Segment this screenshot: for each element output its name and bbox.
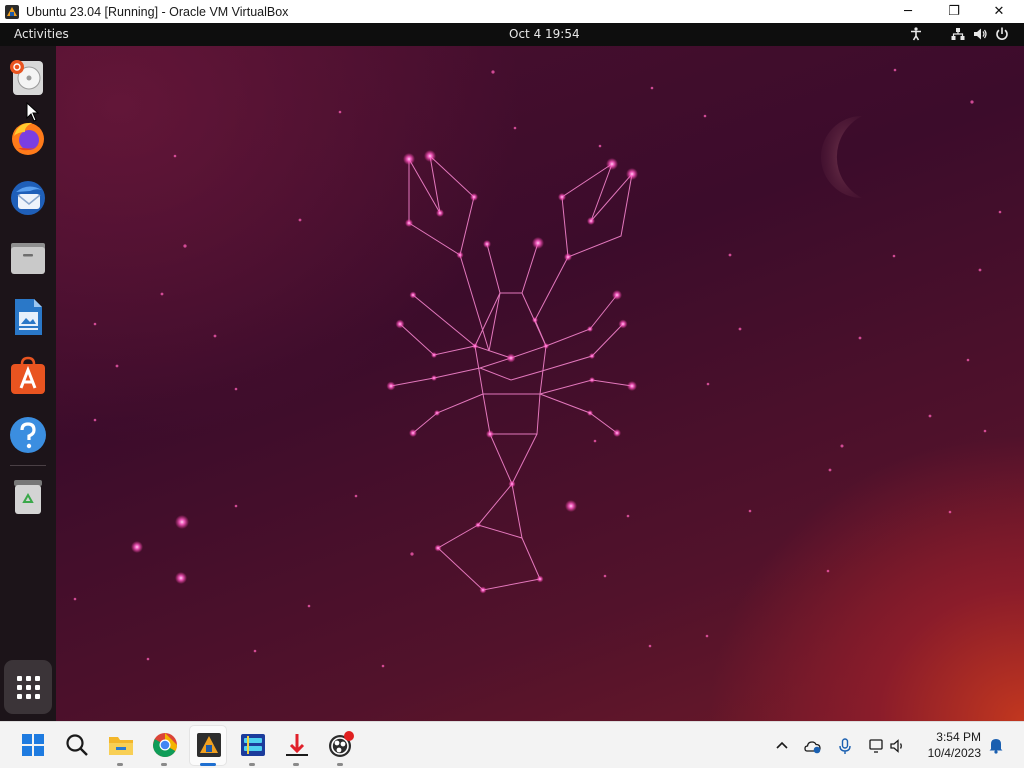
ubuntu-topbar: Activities Oct 4 19:54 <box>0 23 1024 46</box>
running-indicator <box>161 763 167 766</box>
taskbar-date[interactable]: 10/4/2023 <box>928 746 981 760</box>
thunderbird-icon[interactable] <box>8 178 48 218</box>
constellation-wallpaper <box>73 68 1002 668</box>
network-icon[interactable] <box>950 26 966 42</box>
window-title: Ubuntu 23.04 [Running] - Oracle VM Virtu… <box>26 4 289 19</box>
desktop-wallpaper <box>0 46 1024 721</box>
running-indicator <box>249 763 255 766</box>
lobster-constellation <box>390 154 633 591</box>
constellation-stars <box>386 150 638 594</box>
files-icon[interactable] <box>8 238 48 278</box>
active-indicator <box>200 763 216 766</box>
start-icon[interactable] <box>19 731 47 759</box>
chrome-icon[interactable] <box>151 731 179 759</box>
speaker-icon[interactable] <box>889 737 907 755</box>
windows-taskbar: 3:54 PM 10/4/2023 <box>0 721 1024 768</box>
power-icon[interactable] <box>994 26 1010 42</box>
display-icon[interactable] <box>867 737 885 755</box>
search-icon[interactable] <box>63 731 91 759</box>
moon-shape <box>820 115 862 198</box>
running-indicator <box>117 763 123 766</box>
writer-icon[interactable] <box>8 297 48 337</box>
ubuntu-dock <box>0 46 56 721</box>
microphone-icon[interactable] <box>836 737 854 755</box>
notification-bell-icon[interactable] <box>987 736 1005 754</box>
volume-icon[interactable] <box>972 26 988 42</box>
file-explorer-icon[interactable] <box>107 731 135 759</box>
maximize-button[interactable]: ❐ <box>931 0 977 23</box>
activities-button[interactable]: Activities <box>14 27 69 41</box>
running-indicator <box>293 763 299 766</box>
show-apps-button[interactable] <box>4 660 52 714</box>
virtualbox-icon[interactable] <box>195 731 223 759</box>
app-center-icon[interactable] <box>8 356 48 396</box>
clock[interactable]: Oct 4 19:54 <box>509 27 580 41</box>
onedrive-icon[interactable] <box>804 737 822 755</box>
virtualbox-titlebar: Ubuntu 23.04 [Running] - Oracle VM Virtu… <box>0 0 1024 23</box>
firefox-icon[interactable] <box>8 118 48 158</box>
virtualbox-app-icon <box>5 4 19 19</box>
chevron-up-icon[interactable] <box>773 737 791 755</box>
glowing-stars <box>131 500 577 584</box>
trash-icon[interactable] <box>8 476 48 516</box>
virtualbox-manager-icon[interactable] <box>239 731 267 759</box>
minimize-button[interactable]: ─ <box>885 0 931 23</box>
obs-icon[interactable] <box>327 731 355 759</box>
apps-grid-icon <box>17 676 40 699</box>
help-icon[interactable] <box>8 415 48 455</box>
running-indicator <box>337 763 343 766</box>
ubuntu-installer-icon[interactable] <box>8 58 48 98</box>
dock-separator <box>10 465 46 466</box>
accessibility-icon[interactable] <box>908 26 924 42</box>
taskbar-time[interactable]: 3:54 PM <box>936 730 981 744</box>
red-arrow-app-icon[interactable] <box>283 731 311 759</box>
close-button[interactable]: ✕ <box>976 0 1022 23</box>
mouse-cursor-icon <box>26 102 40 122</box>
